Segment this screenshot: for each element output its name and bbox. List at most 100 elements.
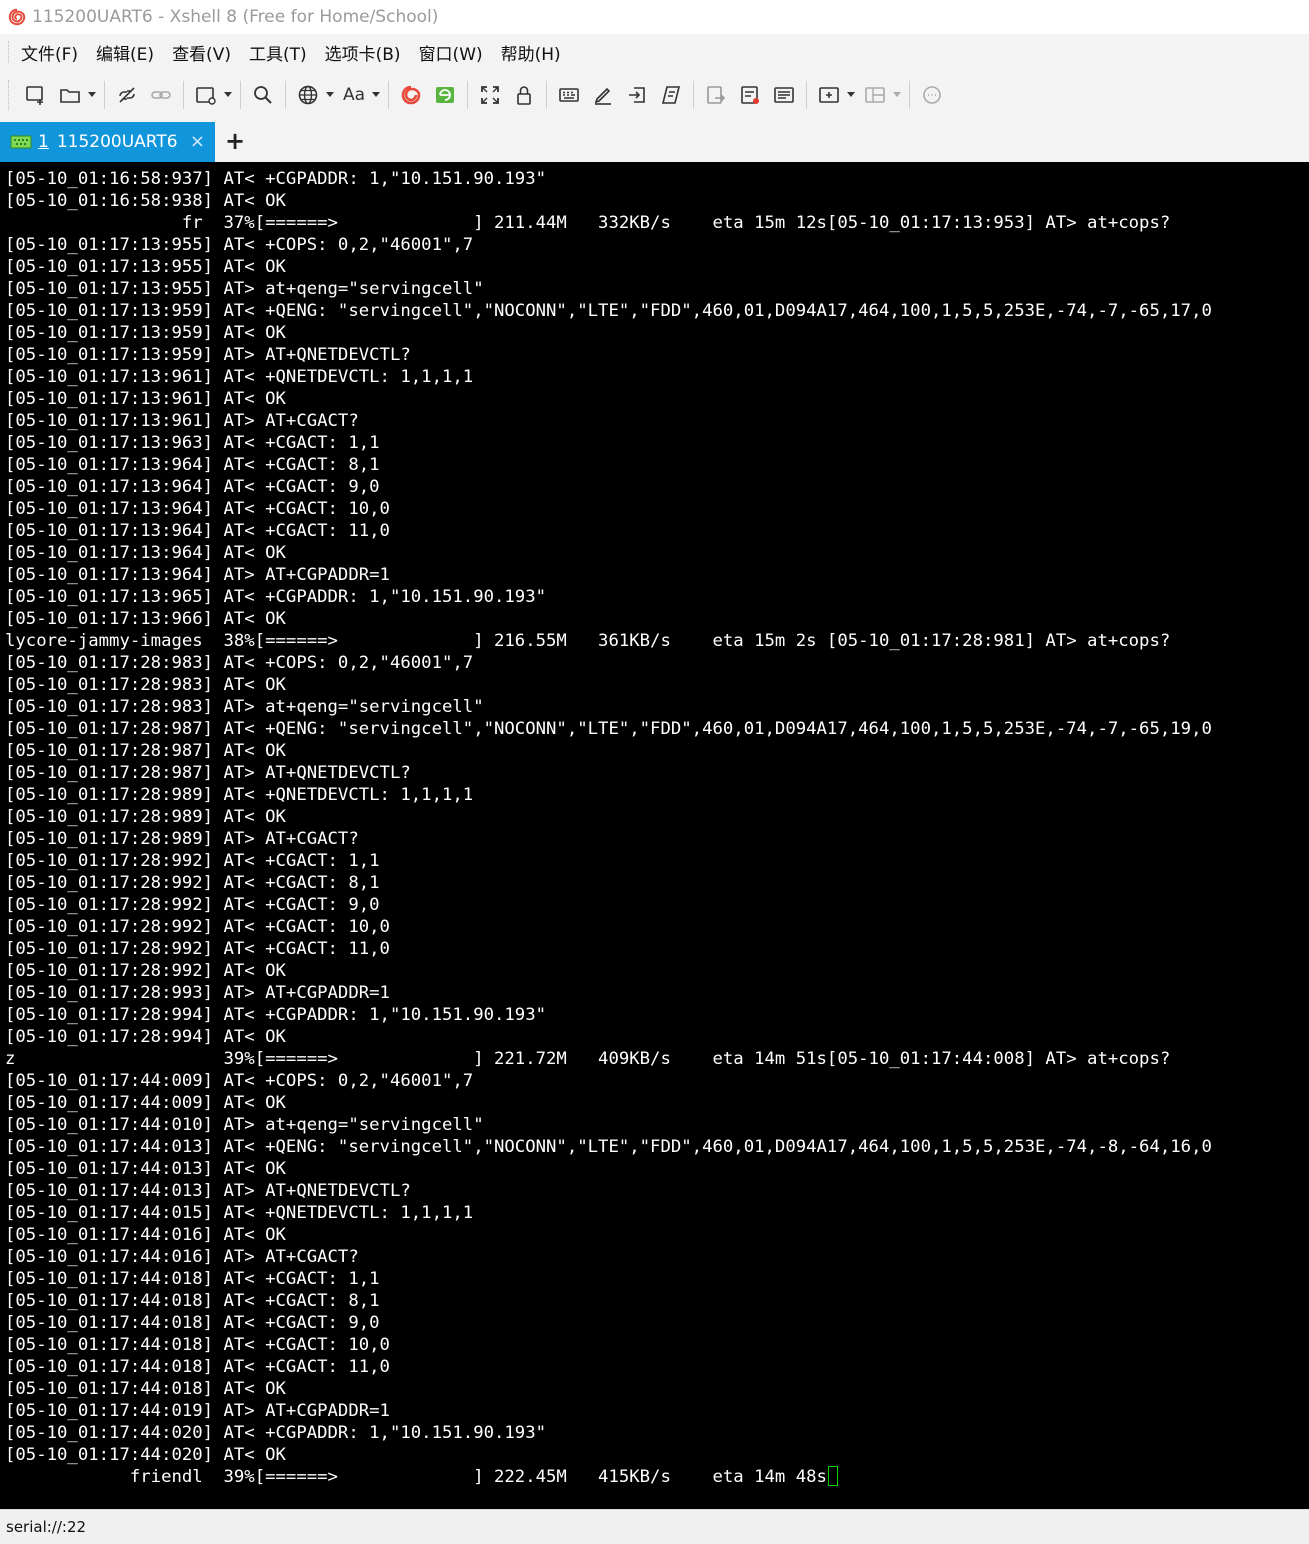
terminal-area[interactable]: [05-10_01:16:58:937] AT< +CGPADDR: 1,"10… <box>0 162 1309 1509</box>
menubar-grip <box>8 41 11 63</box>
caret-down-icon <box>88 92 96 97</box>
layout-dropdown[interactable] <box>892 80 902 110</box>
terminal-line-text: [05-10_01:16:58:938] AT< OK <box>5 191 286 211</box>
terminal-line-text: [05-10_01:17:44:019] AT> AT+CGPADDR=1 <box>5 1401 390 1421</box>
add-tab-icon <box>819 87 839 103</box>
pen-icon <box>594 87 611 105</box>
terminal-line-text: [05-10_01:17:44:018] AT< +CGACT: 11,0 <box>5 1357 390 1377</box>
menu-edit[interactable]: 编辑(E) <box>94 36 156 69</box>
new-tab-group-button[interactable] <box>814 80 844 110</box>
terminal-line: friendl 39%[======> ] 222.45M 415KB/s et… <box>5 1466 1212 1488</box>
reconnect-button[interactable] <box>146 80 176 110</box>
encoding-button[interactable] <box>293 80 323 110</box>
compose-icon <box>774 87 794 103</box>
terminal-line-text: [05-10_01:17:44:018] AT< +CGACT: 9,0 <box>5 1313 380 1333</box>
terminal-line: [05-10_01:17:13:955] AT< OK <box>5 256 1212 278</box>
unlink-icon <box>119 87 135 103</box>
terminal-line-text: [05-10_01:17:44:015] AT< +QNETDEVCTL: 1,… <box>5 1203 474 1223</box>
terminal-line-text: [05-10_01:17:44:010] AT> at+qeng="servin… <box>5 1115 484 1135</box>
menu-tab[interactable]: 选项卡(B) <box>323 36 403 69</box>
log-record-icon <box>741 86 759 104</box>
terminal-line: z 39%[======> ] 221.72M 409KB/s eta 14m … <box>5 1048 1212 1070</box>
terminal-line-text: [05-10_01:17:13:955] AT< +COPS: 0,2,"460… <box>5 235 474 255</box>
terminal-line-text: [05-10_01:17:13:964] AT< +CGACT: 8,1 <box>5 455 380 475</box>
terminal-line-text: [05-10_01:17:44:013] AT< OK <box>5 1159 286 1179</box>
terminal-line-text: [05-10_01:17:13:961] AT< +QNETDEVCTL: 1,… <box>5 367 474 387</box>
terminal-line-text: [05-10_01:17:28:989] AT< OK <box>5 807 286 827</box>
terminal-line: [05-10_01:17:28:992] AT< +CGACT: 1,1 <box>5 850 1212 872</box>
terminal-line-text: [05-10_01:17:13:964] AT< OK <box>5 543 286 563</box>
connection-status: serial://:22 <box>6 1518 87 1536</box>
terminal-line: [05-10_01:17:44:013] AT> AT+QNETDEVCTL? <box>5 1180 1212 1202</box>
terminal-line-text: [05-10_01:17:44:020] AT< OK <box>5 1445 286 1465</box>
lock-button[interactable] <box>509 80 539 110</box>
xftp-button[interactable] <box>430 80 460 110</box>
transfer-button[interactable] <box>701 80 731 110</box>
layout-icon <box>865 87 885 103</box>
terminal-line-text: [05-10_01:17:28:987] AT< OK <box>5 741 286 761</box>
terminal-line-text: [05-10_01:17:13:965] AT< +CGPADDR: 1,"10… <box>5 587 547 607</box>
encoding-dropdown[interactable] <box>325 80 335 110</box>
highlight-button[interactable] <box>588 80 618 110</box>
folder-icon <box>60 89 80 103</box>
terminal-output: [05-10_01:16:58:937] AT< +CGPADDR: 1,"10… <box>5 168 1212 1488</box>
open-session-button[interactable] <box>55 80 85 110</box>
terminal-line-text: [05-10_01:17:28:992] AT< OK <box>5 961 286 981</box>
toolbar-separator <box>285 81 286 109</box>
font-dropdown[interactable] <box>371 80 381 110</box>
toolbar-separator <box>693 81 694 109</box>
terminal-line-text: [05-10_01:17:28:987] AT> AT+QNETDEVCTL? <box>5 763 411 783</box>
link-icon <box>151 91 171 99</box>
terminal-line: [05-10_01:17:13:965] AT< +CGPADDR: 1,"10… <box>5 586 1212 608</box>
menu-help[interactable]: 帮助(H) <box>499 36 563 69</box>
tab-115200uart6[interactable]: 1 115200UART6 × <box>0 122 215 162</box>
terminal-line: [05-10_01:17:13:961] AT< OK <box>5 388 1212 410</box>
terminal-line-text: [05-10_01:17:13:964] AT> AT+CGPADDR=1 <box>5 565 390 585</box>
terminal-line-text: [05-10_01:17:28:992] AT< +CGACT: 1,1 <box>5 851 380 871</box>
compose-button[interactable] <box>769 80 799 110</box>
terminal-line-text: [05-10_01:17:28:993] AT> AT+CGPADDR=1 <box>5 983 390 1003</box>
terminal-line-text: [05-10_01:17:13:964] AT< +CGACT: 9,0 <box>5 477 380 497</box>
menu-file[interactable]: 文件(F) <box>19 36 80 69</box>
font-label: Aa <box>342 85 366 105</box>
fullscreen-icon <box>481 86 499 104</box>
send-command-button[interactable] <box>622 80 652 110</box>
toolbar-grip <box>8 80 11 110</box>
terminal-line: [05-10_01:17:44:018] AT< +CGACT: 9,0 <box>5 1312 1212 1334</box>
fullscreen-button[interactable] <box>475 80 505 110</box>
chat-bubble-icon <box>923 86 941 104</box>
xshell-button[interactable] <box>396 80 426 110</box>
terminal-line-text: [05-10_01:17:44:009] AT< +COPS: 0,2,"460… <box>5 1071 474 1091</box>
new-window-dropdown[interactable] <box>223 80 233 110</box>
chat-button[interactable] <box>917 80 947 110</box>
terminal-line: [05-10_01:16:58:937] AT< +CGPADDR: 1,"10… <box>5 168 1212 190</box>
menu-window[interactable]: 窗口(W) <box>417 36 485 69</box>
add-tab-button[interactable]: + <box>224 126 246 156</box>
terminal-line-text: [05-10_01:17:44:018] AT< +CGACT: 1,1 <box>5 1269 380 1289</box>
toolbar-separator <box>183 81 184 109</box>
disconnect-button[interactable] <box>112 80 142 110</box>
terminal-line-text: friendl 39%[======> ] 222.45M 415KB/s et… <box>5 1467 827 1487</box>
new-window-button[interactable] <box>191 80 221 110</box>
log-button[interactable] <box>735 80 765 110</box>
tab-group-dropdown[interactable] <box>846 80 856 110</box>
tab-label: 115200UART6 <box>56 132 178 152</box>
terminal-line: [05-10_01:17:44:013] AT< OK <box>5 1158 1212 1180</box>
keyboard-button[interactable] <box>554 80 584 110</box>
font-button[interactable]: Aa <box>339 80 369 110</box>
caret-down-icon <box>224 92 232 97</box>
terminal-line: [05-10_01:16:58:938] AT< OK <box>5 190 1212 212</box>
menu-view[interactable]: 查看(V) <box>170 36 233 69</box>
script-button[interactable] <box>656 80 686 110</box>
new-session-button[interactable] <box>21 80 51 110</box>
terminal-line: [05-10_01:17:44:018] AT< +CGACT: 10,0 <box>5 1334 1212 1356</box>
close-icon[interactable]: × <box>190 131 205 152</box>
terminal-line: [05-10_01:17:28:987] AT< +QENG: "serving… <box>5 718 1212 740</box>
terminal-line-text: lycore-jammy-images 38%[======> ] 216.55… <box>5 631 1171 651</box>
menu-tools[interactable]: 工具(T) <box>247 36 309 69</box>
open-session-dropdown[interactable] <box>87 80 97 110</box>
layout-button[interactable] <box>860 80 890 110</box>
find-button[interactable] <box>248 80 278 110</box>
terminal-line-text: [05-10_01:17:13:964] AT< +CGACT: 11,0 <box>5 521 390 541</box>
terminal-line: [05-10_01:17:28:989] AT< OK <box>5 806 1212 828</box>
